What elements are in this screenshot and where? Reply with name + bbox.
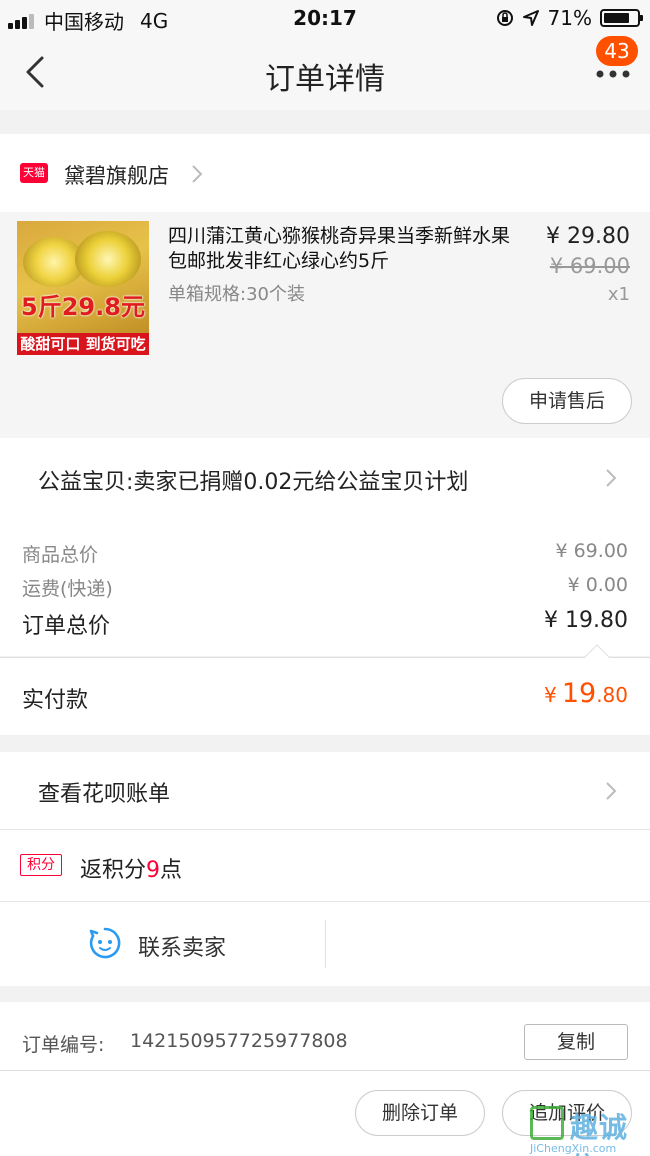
order-number-value: 142150957725977808 [130, 1030, 348, 1052]
points-prefix: 返积分 [80, 858, 147, 883]
delete-order-button[interactable]: 删除订单 [355, 1090, 485, 1136]
paid-integer: 19 [561, 678, 597, 709]
product-price: ¥ 29.80 [546, 224, 630, 249]
shipping-value: ¥ 0.00 [567, 574, 628, 596]
page-title: 订单详情 [265, 62, 385, 97]
goods-total-value: ¥ 69.00 [555, 540, 628, 562]
charity-text: 公益宝贝:卖家已捐赠0.02元给公益宝贝计划 [38, 470, 469, 495]
product-image[interactable]: 5斤29.8元 酸甜可口 到货可吃 [17, 221, 149, 355]
points-tag: 积分 [20, 854, 62, 876]
battery-percent: 71% [547, 6, 592, 30]
price-summary: 商品总价 ¥ 69.00 运费(快递) ¥ 0.00 订单总价 ¥ 19.80 [0, 518, 650, 656]
watermark-url: JiChengXin.com [530, 1142, 617, 1155]
rotation-lock-icon [496, 10, 513, 26]
watermark-logo: 趣诚信 JiChengXin.com [530, 1104, 646, 1156]
points-number: 9 [146, 858, 161, 883]
charity-row[interactable]: 公益宝贝:卖家已捐赠0.02元给公益宝贝计划 [0, 438, 650, 518]
paid-decimal: .80 [596, 683, 628, 707]
battery-icon [600, 9, 643, 27]
contact-seller-button[interactable]: 联系卖家 [138, 930, 226, 962]
product-title: 四川蒲江黄心猕猴桃奇异果当季新鲜水果包邮批发非红心绿心约5斤 [168, 225, 511, 272]
tmall-logo: 天猫 [20, 163, 48, 183]
points-suffix: 点 [160, 858, 183, 883]
product-image-promo: 5斤29.8元 [21, 293, 145, 321]
more-options-icon[interactable] [596, 68, 630, 80]
contact-divider [325, 920, 326, 968]
paid-amount-row: 实付款 ¥ 19.80 [0, 644, 650, 735]
contact-seller-row: 联系卖家 [0, 902, 650, 986]
status-bar: 中国移动 4G 20:17 71% [0, 0, 650, 36]
chevron-right-icon [606, 469, 617, 487]
huabei-label: 查看花呗账单 [38, 782, 171, 807]
after-sale-button[interactable]: 申请售后 [502, 378, 632, 424]
paid-amount: ¥ 19.80 [544, 678, 628, 709]
product-spec: 单箱规格:30个装 [168, 284, 305, 305]
chevron-right-icon [606, 782, 617, 800]
order-total-value: ¥ 19.80 [544, 608, 628, 633]
chevron-right-icon [192, 165, 203, 183]
shop-name: 黛碧旗舰店 [64, 164, 169, 188]
shop-header[interactable]: 天猫 黛碧旗舰店 [0, 134, 650, 212]
huabei-bill-row[interactable]: 查看花呗账单 [0, 752, 650, 830]
order-total-label: 订单总价 [22, 614, 111, 639]
product-original-price: ¥ 69.00 [549, 254, 630, 278]
copy-button[interactable]: 复制 [524, 1024, 628, 1060]
goods-total-label: 商品总价 [22, 544, 99, 566]
points-row: 积分 返积分9点 [0, 830, 650, 902]
order-info: 订单编号: 142150957725977808 复制 [0, 1002, 650, 1072]
location-arrow-icon [522, 10, 539, 26]
watermark-mark [530, 1106, 564, 1140]
shipping-label: 运费(快递) [22, 578, 113, 600]
nav-bar: 订单详情 43 [0, 36, 650, 110]
paid-currency: ¥ [544, 683, 557, 707]
points-text: 返积分9点 [80, 852, 182, 884]
message-count-badge: 43 [596, 36, 638, 66]
status-right: 71% [496, 6, 643, 30]
product-item[interactable]: 5斤29.8元 酸甜可口 到货可吃 四川蒲江黄心猕猴桃奇异果当季新鲜水果包邮批发… [0, 212, 650, 438]
paid-label: 实付款 [22, 688, 89, 713]
chat-face-icon[interactable] [88, 926, 122, 960]
product-quantity: x1 [607, 284, 630, 305]
product-image-banner: 酸甜可口 到货可吃 [17, 333, 149, 355]
order-number-label: 订单编号: [22, 1034, 105, 1056]
